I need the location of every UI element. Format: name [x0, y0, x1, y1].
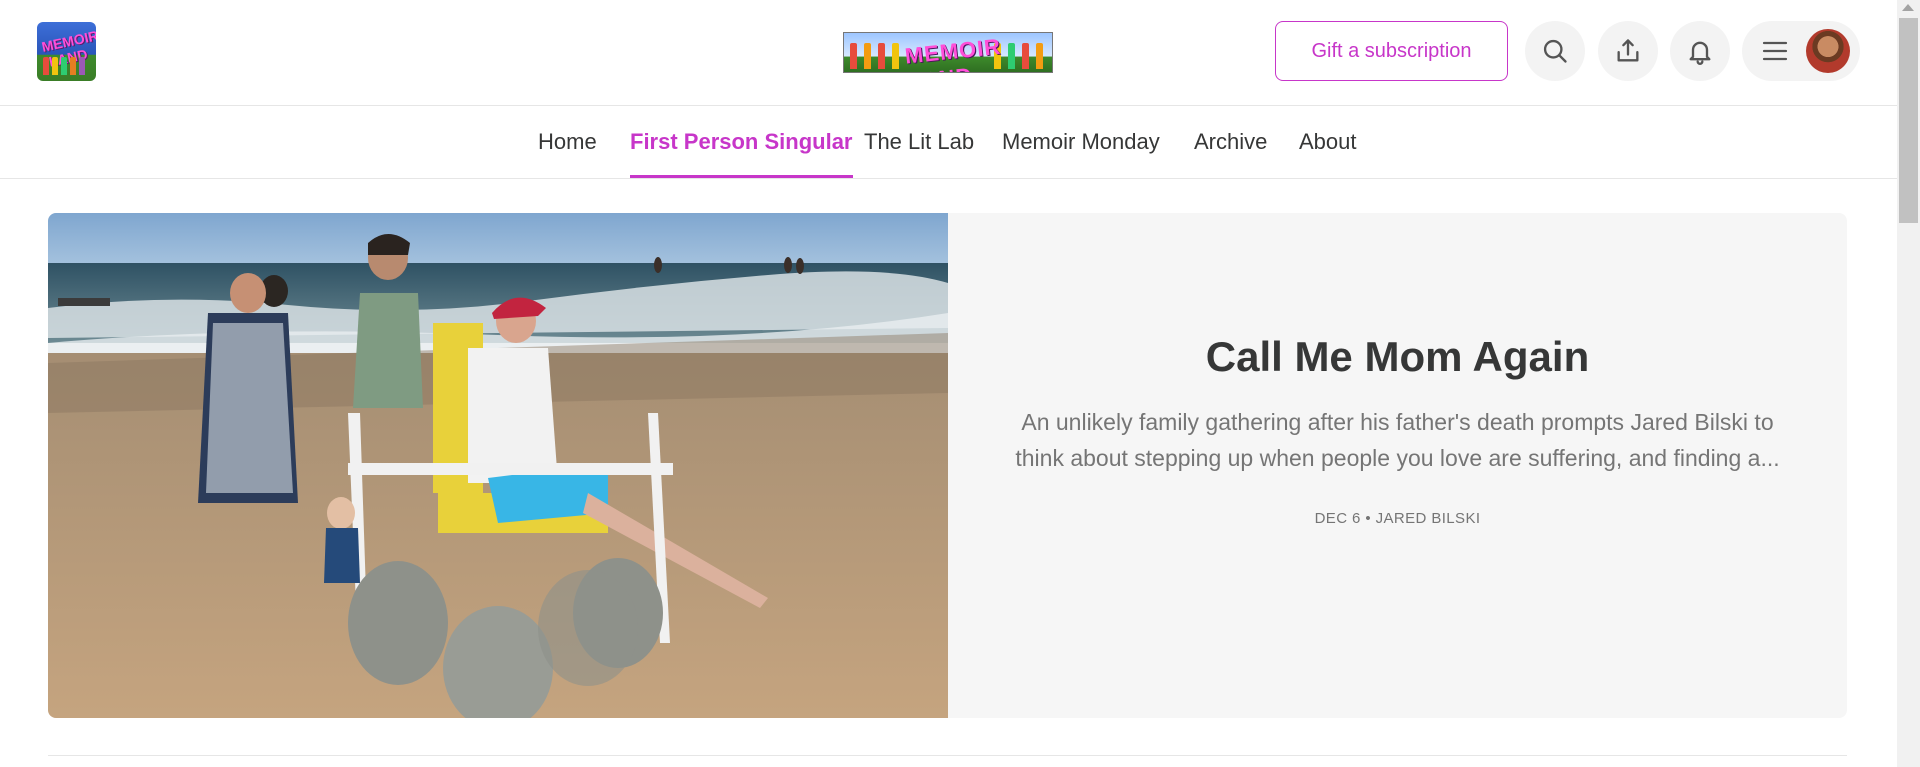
account-menu-button[interactable]	[1742, 21, 1860, 81]
share-button[interactable]	[1598, 21, 1658, 81]
post-author[interactable]: JARED BILSKI	[1376, 510, 1481, 527]
nav-item-about[interactable]: About	[1299, 106, 1357, 178]
nav-item-home[interactable]: Home	[538, 106, 597, 178]
divider	[48, 755, 1847, 756]
menu-icon	[1762, 41, 1788, 61]
banner-wordmark: MEMOIR LAND	[903, 33, 1003, 72]
scrollbar-thumb[interactable]	[1899, 18, 1918, 223]
nav-item-archive[interactable]: Archive	[1194, 106, 1267, 178]
top-bar: MEMOIR LAND MEMOIR LAND Gift a subscript…	[0, 0, 1897, 106]
banner-pencil	[892, 43, 899, 69]
gift-subscription-button[interactable]: Gift a subscription	[1275, 21, 1508, 81]
banner-pencil	[878, 43, 885, 69]
post-subtitle: An unlikely family gathering after his f…	[1015, 409, 1780, 471]
logo-pencil	[79, 57, 85, 75]
logo-pencil	[43, 57, 49, 75]
nav-item-memoir-monday[interactable]: Memoir Monday	[1002, 106, 1160, 178]
publication-banner[interactable]: MEMOIR LAND	[843, 32, 1053, 73]
banner-pencil	[850, 43, 857, 69]
meta-separator: •	[1365, 510, 1371, 527]
scroll-up-arrow-icon[interactable]	[1902, 4, 1914, 11]
featured-post-image[interactable]	[48, 213, 948, 718]
featured-post-text: Call Me Mom Again An unlikely family gat…	[948, 213, 1847, 718]
search-icon	[1543, 39, 1567, 63]
post-date: DEC 6	[1314, 510, 1361, 527]
post-meta: DEC 6 • JARED BILSKI	[948, 510, 1847, 527]
search-button[interactable]	[1525, 21, 1585, 81]
notifications-button[interactable]	[1670, 21, 1730, 81]
post-title[interactable]: Call Me Mom Again	[948, 333, 1847, 381]
section-nav: Home First Person Singular The Lit Lab M…	[0, 106, 1897, 179]
nav-item-first-person-singular[interactable]: First Person Singular	[630, 106, 853, 178]
banner-pencil	[864, 43, 871, 69]
publication-logo[interactable]: MEMOIR LAND	[37, 22, 96, 81]
avatar[interactable]	[1806, 29, 1850, 73]
bell-icon	[1689, 41, 1711, 65]
nav-item-the-lit-lab[interactable]: The Lit Lab	[864, 106, 974, 178]
logo-pencil	[61, 57, 67, 75]
featured-post-card[interactable]: Call Me Mom Again An unlikely family gat…	[48, 213, 1847, 718]
share-icon	[1617, 39, 1639, 62]
logo-pencil	[52, 57, 58, 75]
logo-pencil	[70, 57, 76, 75]
